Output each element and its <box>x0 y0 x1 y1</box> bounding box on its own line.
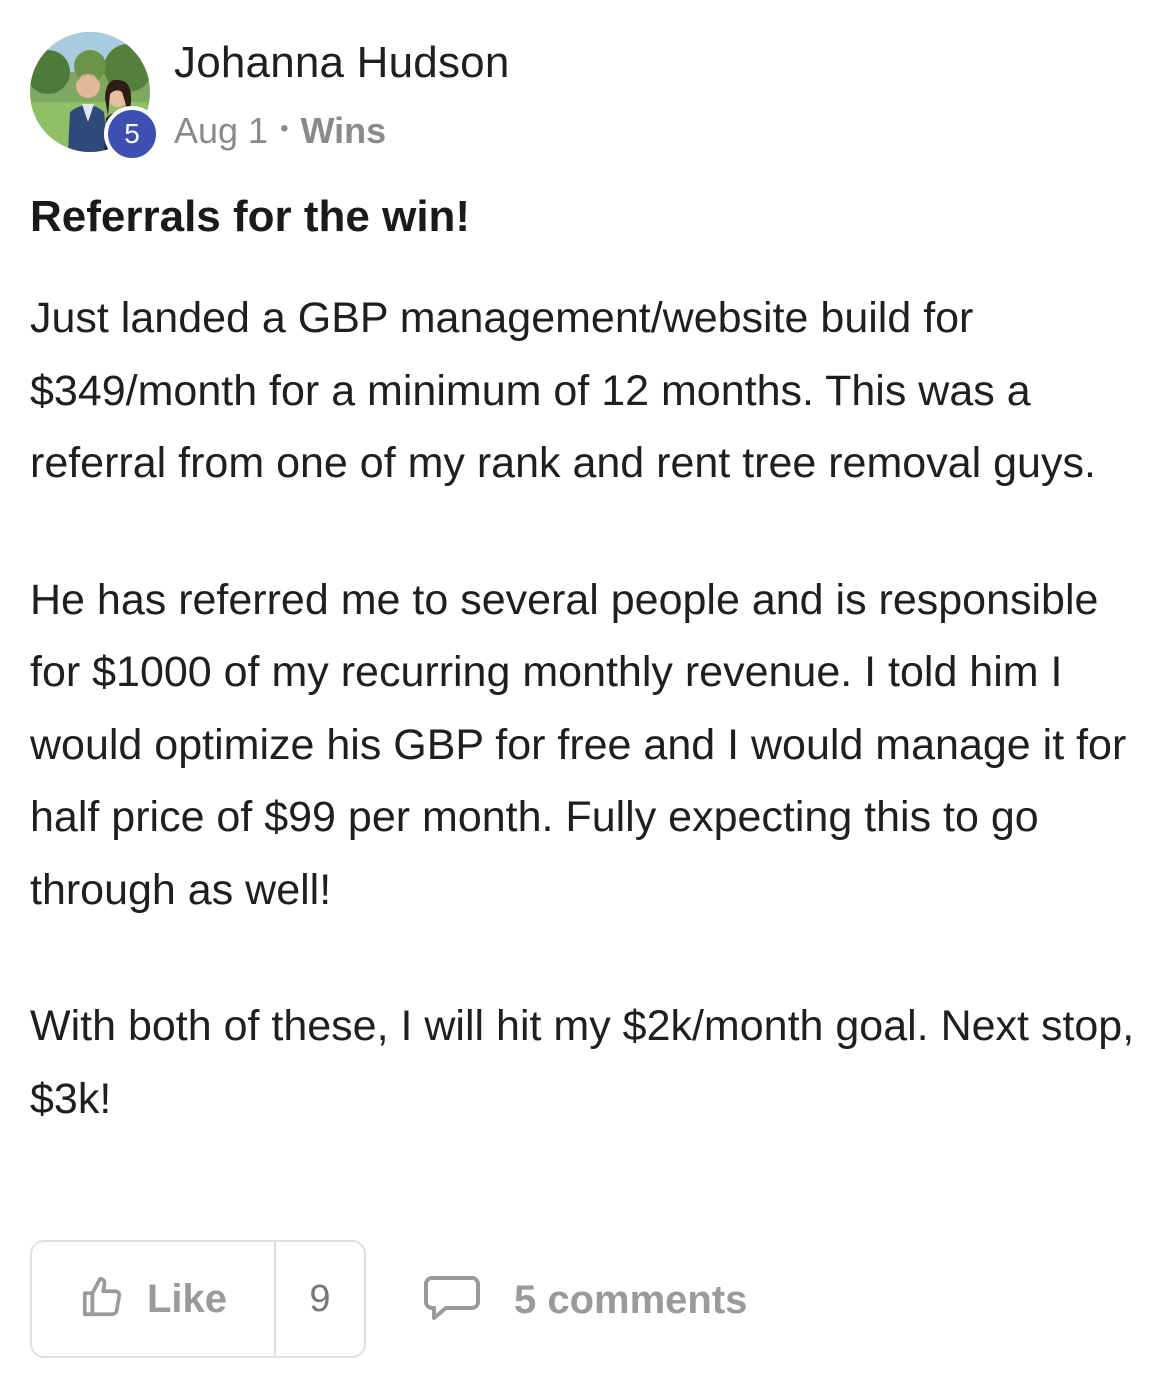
post-paragraph: Just landed a GBP management/website bui… <box>30 294 1096 487</box>
post-title: Referrals for the win! <box>30 192 471 241</box>
post-body: Just landed a GBP management/website bui… <box>30 282 1140 1135</box>
author-avatar[interactable]: 5 <box>30 32 160 162</box>
thumbs-up-icon <box>79 1274 125 1325</box>
meta-separator: • <box>280 115 289 142</box>
like-label: Like <box>146 1276 228 1321</box>
level-badge: 5 <box>104 106 160 162</box>
post-category[interactable]: Wins <box>300 110 386 152</box>
comments-label: 5 comments <box>514 1277 748 1322</box>
author-name[interactable]: Johanna Hudson <box>174 38 510 88</box>
post-paragraph: He has referred me to several people and… <box>30 575 1127 914</box>
like-count[interactable]: 9 <box>276 1242 364 1356</box>
post-date[interactable]: Aug 1 <box>174 110 268 152</box>
post-paragraph: With both of these, I will hit my $2k/mo… <box>30 1002 1135 1123</box>
post-meta: Aug 1 • Wins <box>174 110 386 152</box>
comments-button[interactable]: 5 comments <box>422 1262 747 1338</box>
like-group: Like 9 <box>30 1240 366 1358</box>
like-button[interactable]: Like <box>32 1242 276 1356</box>
comment-bubble-icon <box>422 1273 482 1328</box>
post-card: 5 Johanna Hudson Aug 1 • Wins Referrals … <box>0 0 1170 1395</box>
